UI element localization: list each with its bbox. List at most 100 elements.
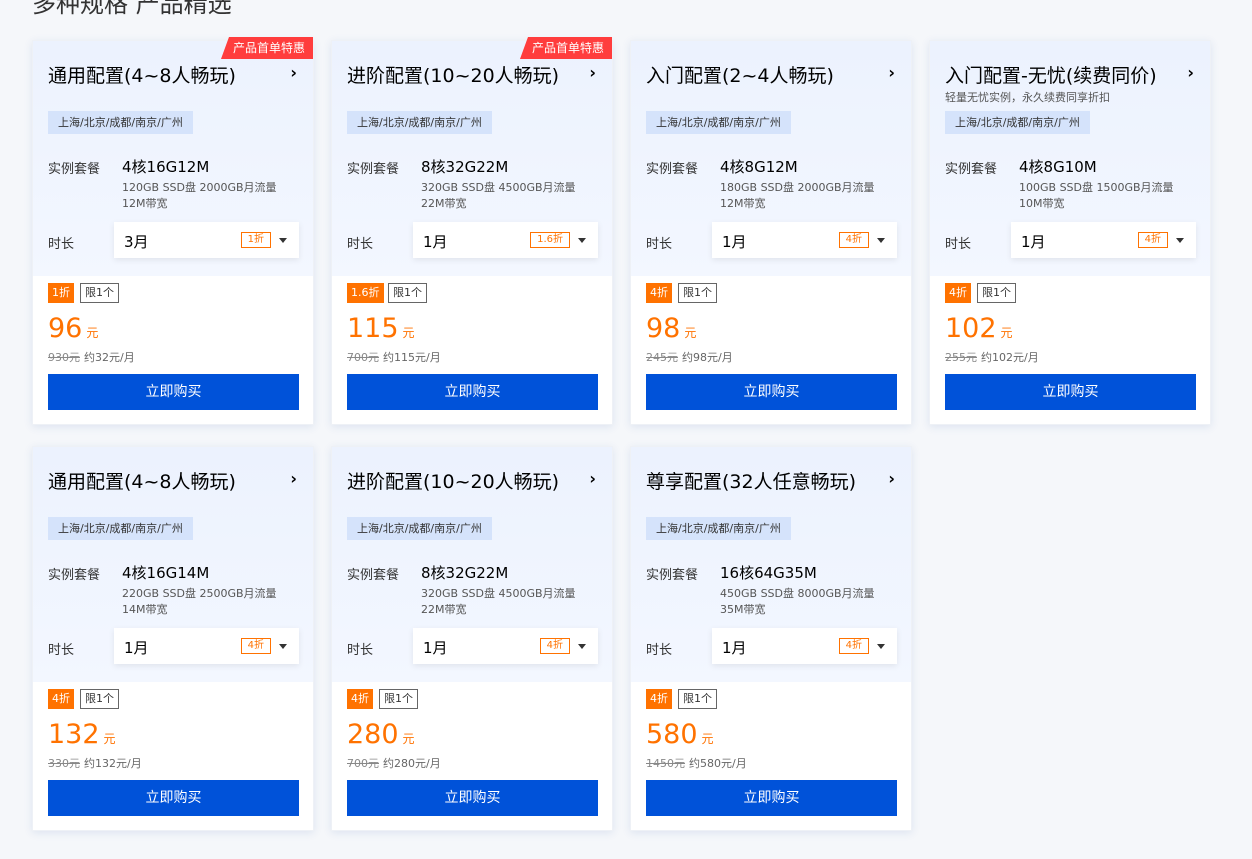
price-unit: 元 (1000, 326, 1013, 340)
card-title[interactable]: 进阶配置(10~20人畅玩) (347, 467, 559, 494)
monthly-price: 约98元/月 (682, 351, 733, 364)
buy-button[interactable]: 立即购买 (48, 780, 299, 816)
spec-value: 4核16G14M (122, 564, 210, 582)
product-card: 产品首单特惠 进阶配置(10~20人畅玩) › 上海/北京/成都/南京/广州 实… (331, 37, 613, 425)
chevron-right-icon[interactable]: › (589, 469, 596, 488)
card-title[interactable]: 进阶配置(10~20人畅玩) (347, 61, 559, 88)
monthly-price: 约32元/月 (84, 351, 135, 364)
duration-value: 3月 (124, 233, 149, 251)
spec-detail: 120GB SSD盘 2000GB月流量 12M带宽 (122, 180, 277, 212)
region-tag: 上海/北京/成都/南京/广州 (347, 111, 492, 134)
original-price: 245元 约98元/月 (646, 349, 733, 365)
duration-discount-tag: 4折 (539, 638, 570, 654)
price-unit: 元 (86, 326, 99, 340)
spec-detail-line: 180GB SSD盘 2000GB月流量 (720, 181, 875, 194)
spec-detail-line: 14M带宽 (122, 603, 168, 616)
duration-select[interactable]: 1月 4折 (114, 628, 299, 664)
discount-badge: 4折 (646, 283, 672, 303)
caret-down-icon (578, 238, 586, 243)
buy-button[interactable]: 立即购买 (646, 374, 897, 410)
duration-select[interactable]: 1月 4折 (1011, 222, 1196, 258)
duration-value: 1月 (1021, 233, 1046, 251)
price-value: 102 (945, 313, 997, 344)
spec-detail-line: 220GB SSD盘 2500GB月流量 (122, 587, 277, 600)
buy-button[interactable]: 立即购买 (945, 374, 1196, 410)
spec-detail-line: 22M带宽 (421, 603, 467, 616)
price: 96 元 (48, 313, 98, 344)
price-value: 98 (646, 313, 681, 344)
duration-select[interactable]: 1月 4折 (413, 628, 598, 664)
chevron-right-icon[interactable]: › (888, 469, 895, 488)
spec-label: 实例套餐 (347, 162, 400, 177)
monthly-price: 约115元/月 (383, 351, 441, 364)
spec-value: 8核32G22M (421, 564, 509, 582)
duration-label: 时长 (48, 643, 75, 658)
spec-value: 8核32G22M (421, 158, 509, 176)
buy-button[interactable]: 立即购买 (646, 780, 897, 816)
caret-down-icon (279, 644, 287, 649)
chevron-right-icon[interactable]: › (290, 63, 297, 82)
card-title[interactable]: 通用配置(4~8人畅玩) (48, 61, 236, 88)
duration-label: 时长 (48, 237, 75, 252)
caret-down-icon (279, 238, 287, 243)
spec-detail-line: 35M带宽 (720, 603, 766, 616)
card-title[interactable]: 入门配置(2~4人畅玩) (646, 61, 834, 88)
duration-discount-tag: 1.6折 (530, 232, 570, 248)
card-title[interactable]: 入门配置-无忧(续费同价) (945, 61, 1157, 88)
product-card: 入门配置(2~4人畅玩) › 上海/北京/成都/南京/广州 实例套餐 4核8G1… (630, 40, 912, 425)
duration-discount-tag: 4折 (1137, 232, 1168, 248)
duration-select[interactable]: 3月 1折 (114, 222, 299, 258)
chevron-right-icon[interactable]: › (290, 469, 297, 488)
buy-button[interactable]: 立即购买 (48, 374, 299, 410)
spec-label: 实例套餐 (347, 568, 400, 583)
price: 280 元 (347, 719, 415, 750)
spec-detail-line: 100GB SSD盘 1500GB月流量 (1019, 181, 1174, 194)
buy-button[interactable]: 立即购买 (347, 780, 598, 816)
chevron-right-icon[interactable]: › (888, 63, 895, 82)
original-price-value: 255元 (945, 351, 977, 364)
limit-badge: 限1个 (388, 283, 427, 303)
region-tag: 上海/北京/成都/南京/广州 (646, 517, 791, 540)
card-title[interactable]: 尊享配置(32人任意畅玩) (646, 467, 856, 494)
buy-button[interactable]: 立即购买 (347, 374, 598, 410)
duration-label: 时长 (347, 237, 374, 252)
price: 98 元 (646, 313, 696, 344)
limit-badge: 限1个 (379, 689, 418, 709)
original-price-value: 1450元 (646, 757, 685, 770)
original-price-value: 930元 (48, 351, 80, 364)
chevron-right-icon[interactable]: › (589, 63, 596, 82)
original-price-value: 700元 (347, 351, 379, 364)
duration-value: 1月 (423, 639, 448, 657)
card-title[interactable]: 通用配置(4~8人畅玩) (48, 467, 236, 494)
duration-select[interactable]: 1月 4折 (712, 628, 897, 664)
card-description: 轻量无忧实例，永久续费同享折扣 (945, 91, 1110, 104)
limit-badge: 限1个 (80, 689, 119, 709)
spec-value: 16核64G35M (720, 564, 817, 582)
original-price: 930元 约32元/月 (48, 349, 135, 365)
caret-down-icon (1176, 238, 1184, 243)
region-tag: 上海/北京/成都/南京/广州 (347, 517, 492, 540)
limit-badge: 限1个 (977, 283, 1016, 303)
price-value: 132 (48, 719, 100, 750)
duration-value: 1月 (722, 639, 747, 657)
price-unit: 元 (701, 732, 714, 746)
price-value: 96 (48, 313, 83, 344)
duration-select[interactable]: 1月 1.6折 (413, 222, 598, 258)
section-title: 多种规格 产品精选 (32, 0, 232, 18)
duration-select[interactable]: 1月 4折 (712, 222, 897, 258)
spec-detail-line: 120GB SSD盘 2000GB月流量 (122, 181, 277, 194)
limit-badge: 限1个 (678, 689, 717, 709)
promo-tag: 产品首单特惠 (519, 37, 612, 59)
spec-detail-line: 320GB SSD盘 4500GB月流量 (421, 587, 576, 600)
region-tag: 上海/北京/成都/南京/广州 (48, 517, 193, 540)
product-card: 产品首单特惠 通用配置(4~8人畅玩) › 上海/北京/成都/南京/广州 实例套… (32, 37, 314, 425)
spec-value: 4核8G12M (720, 158, 798, 176)
limit-badge: 限1个 (80, 283, 119, 303)
promo-tag: 产品首单特惠 (220, 37, 313, 59)
duration-value: 1月 (124, 639, 149, 657)
product-card: 入门配置-无忧(续费同价) › 轻量无忧实例，永久续费同享折扣 上海/北京/成都… (929, 40, 1211, 425)
price-unit: 元 (402, 732, 415, 746)
monthly-price: 约132元/月 (84, 757, 142, 770)
original-price-value: 700元 (347, 757, 379, 770)
chevron-right-icon[interactable]: › (1187, 63, 1194, 82)
